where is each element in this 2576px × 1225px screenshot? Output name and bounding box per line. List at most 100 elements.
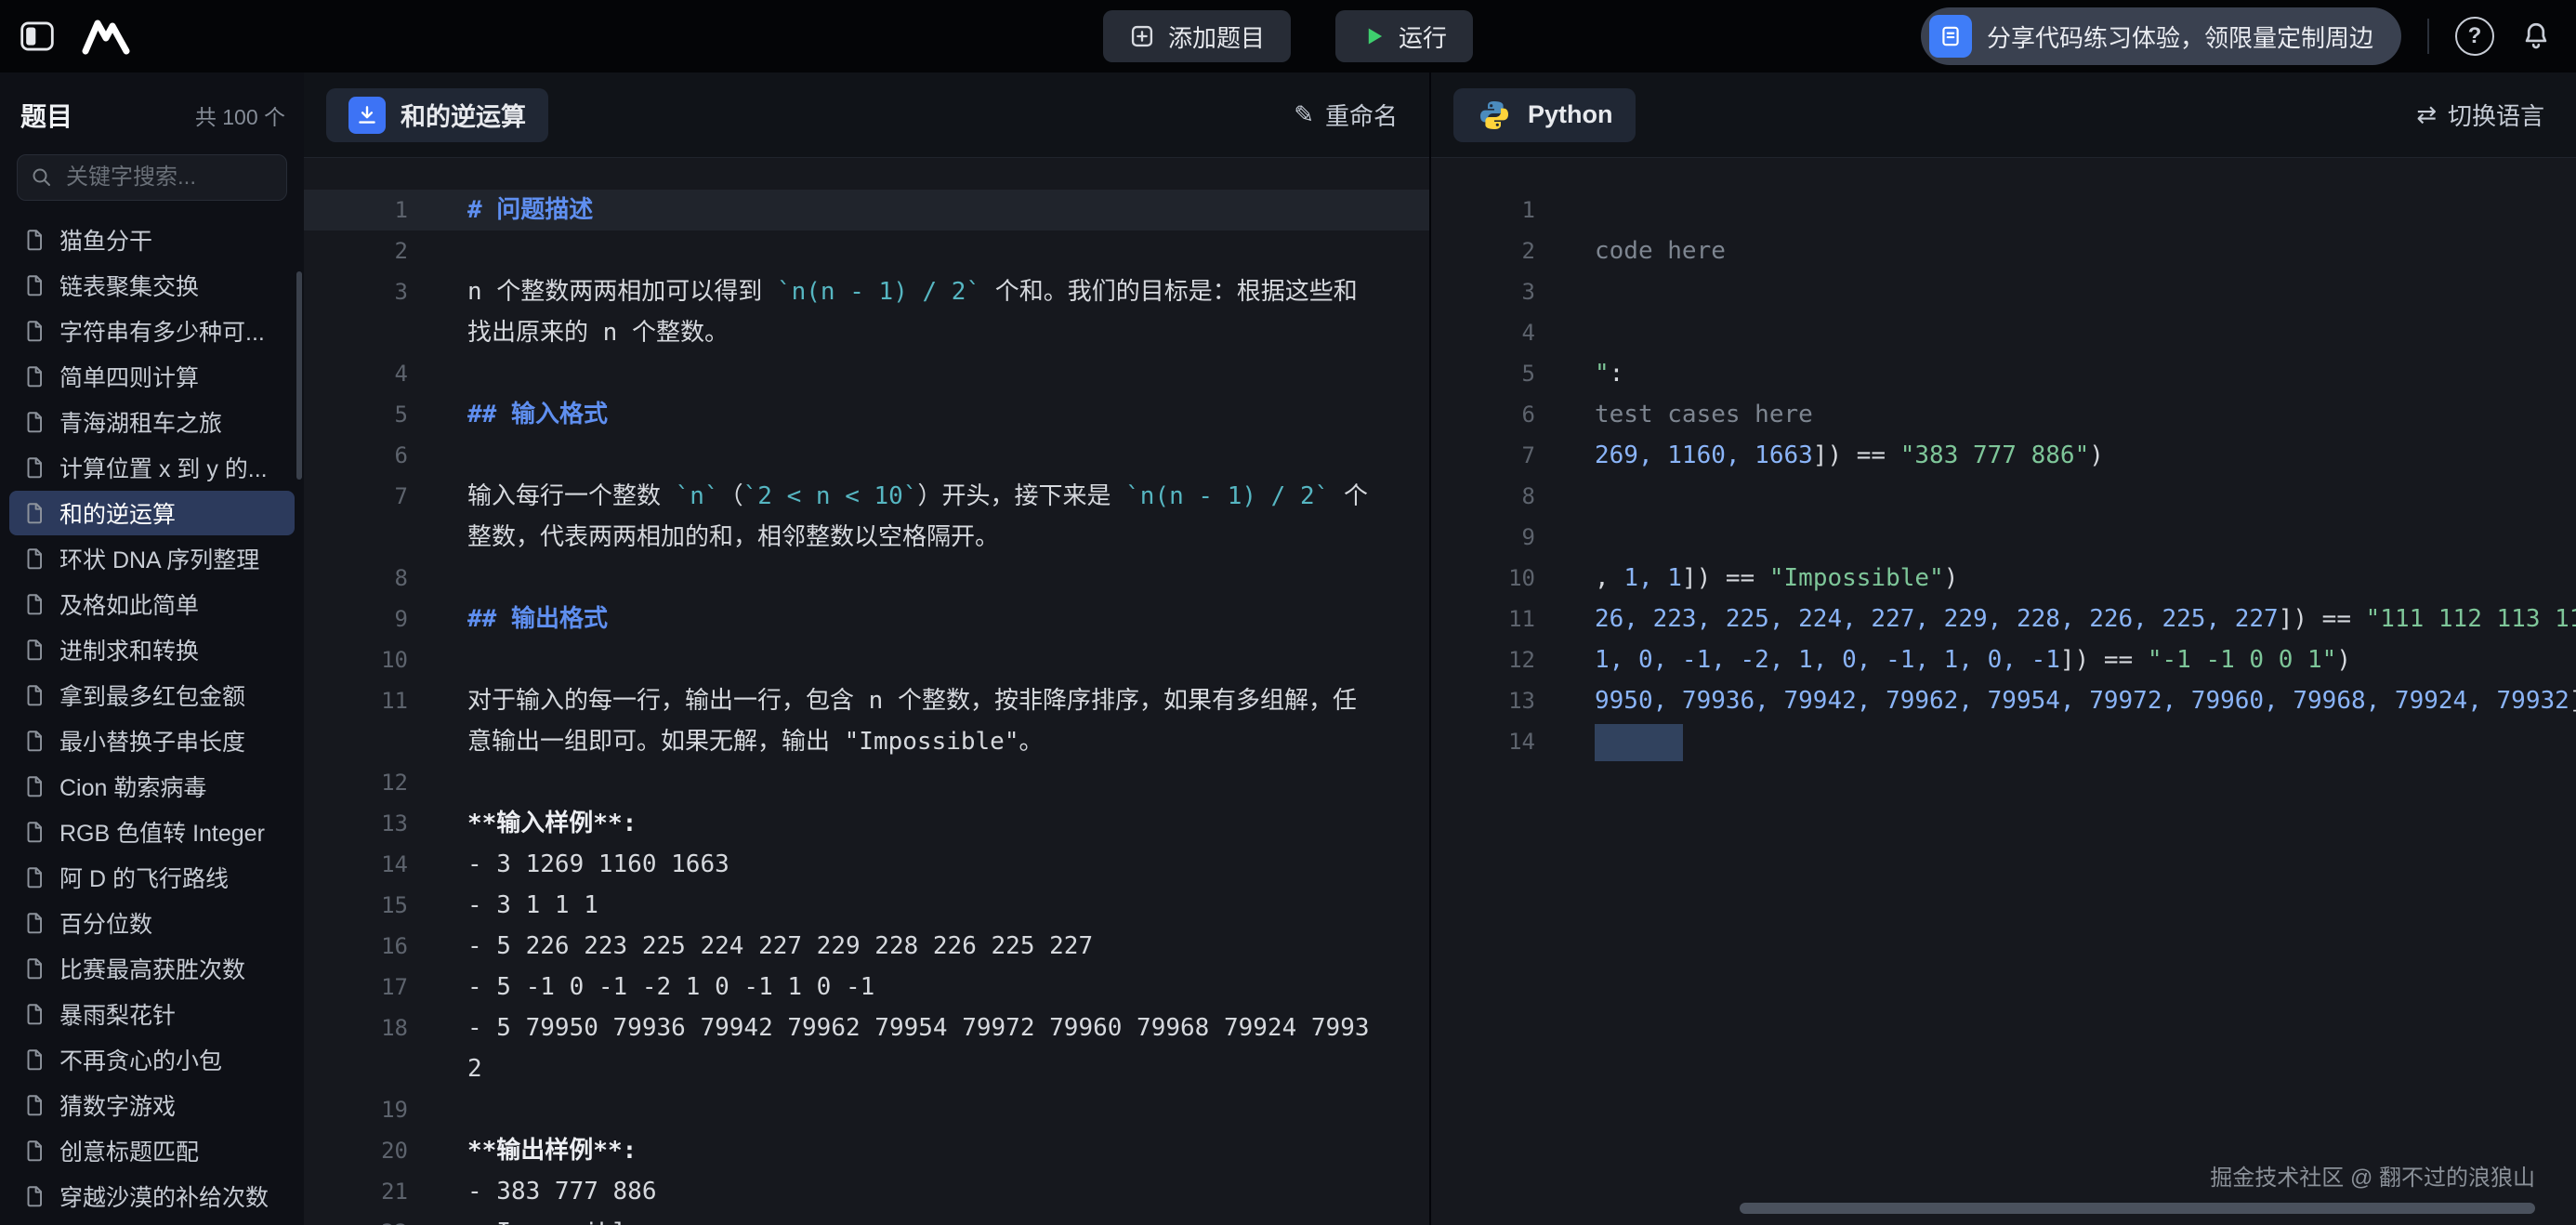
help-button[interactable]: ? — [2455, 17, 2494, 56]
problem-line[interactable]: 3n 个整数两两相加可以得到 `n(n - 1) / 2` 个和。我们的目标是：… — [304, 271, 1429, 353]
sidebar-scrollbar[interactable] — [296, 271, 302, 480]
line-content: ## 输出格式 — [427, 599, 1429, 639]
sidebar-item[interactable]: 简单四则计算 — [9, 354, 295, 399]
problem-line[interactable]: 1# 问题描述 — [304, 190, 1429, 231]
sidebar-item[interactable]: 及格如此简单 — [9, 582, 295, 626]
search-box[interactable] — [17, 154, 287, 201]
sidebar-item[interactable]: 拿到最多红包金额 — [9, 673, 295, 718]
problem-panel: 和的逆运算 ✎ 重命名 1# 问题描述23n 个整数两两相加可以得到 `n(n … — [304, 72, 1431, 1225]
topbar: 添加题目 运行 分享代码练习体验，领限量定制周边 — [0, 0, 2576, 72]
search-input[interactable] — [64, 164, 273, 191]
line-number: 22 — [304, 1212, 427, 1225]
notifications-button[interactable] — [2520, 20, 2552, 52]
line-number: 9 — [304, 599, 427, 639]
line-content — [427, 558, 1429, 599]
problem-line[interactable]: 14- 3 1269 1160 1663 — [304, 844, 1429, 885]
code-line[interactable]: 6test cases here — [1431, 394, 2576, 435]
sidebar-item[interactable]: 百分位数 — [9, 901, 295, 945]
code-line[interactable]: 4 — [1431, 312, 2576, 353]
add-question-button[interactable]: 添加题目 — [1103, 10, 1291, 62]
problem-line[interactable]: 13**输入样例**: — [304, 803, 1429, 844]
problem-line[interactable]: 6 — [304, 435, 1429, 476]
sidebar-item[interactable]: 进制求和转换 — [9, 627, 295, 672]
code-line[interactable]: 7269, 1160, 1663]) == "383 777 886") — [1431, 435, 2576, 476]
document-icon — [22, 273, 46, 297]
problem-line[interactable]: 12 — [304, 762, 1429, 803]
sidebar-item[interactable]: 组合计数器 — [9, 1219, 295, 1225]
problem-line[interactable]: 17- 5 -1 0 -1 -2 1 0 -1 1 0 -1 — [304, 967, 1429, 1008]
document-icon — [22, 911, 46, 935]
app-logo[interactable] — [82, 18, 130, 55]
sidebar-item[interactable]: RGB 色值转 Integer — [9, 810, 295, 854]
sidebar-item-label: 青海湖租车之旅 — [59, 405, 222, 439]
line-content — [427, 762, 1429, 803]
code-line[interactable]: 121, 0, -1, -2, 1, 0, -1, 1, 0, -1]) == … — [1431, 639, 2576, 680]
sidebar-item[interactable]: 创意标题匹配 — [9, 1128, 295, 1173]
sidebar-item-label: 穿越沙漠的补给次数 — [59, 1179, 269, 1213]
line-number: 6 — [1431, 394, 1554, 435]
code-line[interactable]: 8 — [1431, 476, 2576, 517]
share-banner-button[interactable]: 分享代码练习体验，领限量定制周边 — [1921, 7, 2401, 65]
document-icon — [22, 501, 46, 525]
code-panel-header: Python ⇄ 切换语言 — [1431, 72, 2576, 158]
run-button[interactable]: 运行 — [1335, 10, 1473, 62]
code-line[interactable]: 1 — [1431, 190, 2576, 231]
problem-line[interactable]: 11对于输入的每一行，输出一行，包含 n 个整数，按非降序排序，如果有多组解，任… — [304, 680, 1429, 762]
sidebar-toggle-button[interactable] — [20, 21, 54, 51]
rename-button[interactable]: ✎ 重命名 — [1288, 97, 1403, 133]
code-line[interactable]: 139950, 79936, 79942, 79962, 79954, 7997… — [1431, 680, 2576, 721]
sidebar-item[interactable]: 计算位置 x 到 y 的... — [9, 445, 295, 490]
line-content: ": — [1554, 353, 2576, 394]
problem-line[interactable]: 20**输出样例**: — [304, 1130, 1429, 1171]
sidebar-item[interactable]: 猫鱼分干 — [9, 217, 295, 262]
sidebar-item[interactable]: 青海湖租车之旅 — [9, 400, 295, 444]
code-editor[interactable]: 12code here345":6test cases here7269, 11… — [1431, 159, 2576, 1225]
sidebar-item[interactable]: 不再贪心的小包 — [9, 1037, 295, 1082]
sidebar-item-active[interactable]: 和的逆运算 — [9, 491, 295, 535]
problem-tab[interactable]: 和的逆运算 — [326, 88, 548, 142]
line-number: 1 — [304, 190, 427, 231]
sidebar-item[interactable]: 阿 D 的飞行路线 — [9, 855, 295, 900]
horizontal-scrollbar[interactable] — [1740, 1203, 2535, 1214]
code-line[interactable]: 3 — [1431, 271, 2576, 312]
problem-line[interactable]: 4 — [304, 353, 1429, 394]
switch-language-button[interactable]: ⇄ 切换语言 — [2411, 97, 2550, 133]
sidebar-item[interactable]: 链表聚集交换 — [9, 263, 295, 308]
problem-line[interactable]: 19 — [304, 1089, 1429, 1130]
sidebar-item[interactable]: 暴雨梨花针 — [9, 992, 295, 1036]
problem-line[interactable]: 8 — [304, 558, 1429, 599]
sidebar-item[interactable]: Cion 勒索病毒 — [9, 764, 295, 809]
add-square-icon — [1129, 23, 1155, 49]
code-line[interactable]: 2code here — [1431, 231, 2576, 271]
problem-line[interactable]: 21- 383 777 886 — [304, 1171, 1429, 1212]
sidebar-item[interactable]: 字符串有多少种可... — [9, 309, 295, 353]
problem-line[interactable]: 16- 5 226 223 225 224 227 229 228 226 22… — [304, 926, 1429, 967]
code-line[interactable]: 9 — [1431, 517, 2576, 558]
line-number: 2 — [1431, 231, 1554, 271]
code-line[interactable]: 5": — [1431, 353, 2576, 394]
play-icon — [1361, 24, 1386, 48]
sidebar-item[interactable]: 猜数字游戏 — [9, 1083, 295, 1127]
line-content: # 问题描述 — [427, 190, 1429, 231]
problem-editor[interactable]: 1# 问题描述23n 个整数两两相加可以得到 `n(n - 1) / 2` 个和… — [304, 159, 1429, 1225]
problem-line[interactable]: 2 — [304, 231, 1429, 271]
problem-line[interactable]: 5## 输入格式 — [304, 394, 1429, 435]
sidebar-item[interactable]: 最小替换子串长度 — [9, 718, 295, 763]
problem-line[interactable]: 10 — [304, 639, 1429, 680]
problem-line[interactable]: 18- 5 79950 79936 79942 79962 79954 7997… — [304, 1008, 1429, 1089]
problem-line[interactable]: 7输入每行一个整数 `n`（`2 < n < 10`）开头，接下来是 `n(n … — [304, 476, 1429, 558]
code-line[interactable]: 1126, 223, 225, 224, 227, 229, 228, 226,… — [1431, 599, 2576, 639]
code-line[interactable]: 10, 1, 1]) == "Impossible") — [1431, 558, 2576, 599]
line-number: 8 — [1431, 476, 1554, 517]
sidebar-item[interactable]: 比赛最高获胜次数 — [9, 946, 295, 991]
problem-line[interactable]: 22- Impossible — [304, 1212, 1429, 1225]
language-tab[interactable]: Python — [1453, 88, 1636, 142]
sidebar-item[interactable]: 环状 DNA 序列整理 — [9, 536, 295, 581]
code-line[interactable]: 14 — [1431, 721, 2576, 762]
line-number: 17 — [304, 967, 427, 1008]
problem-line[interactable]: 15- 3 1 1 1 — [304, 885, 1429, 926]
line-number: 13 — [1431, 680, 1554, 721]
problem-line[interactable]: 9## 输出格式 — [304, 599, 1429, 639]
line-number: 5 — [1431, 353, 1554, 394]
sidebar-item[interactable]: 穿越沙漠的补给次数 — [9, 1174, 295, 1218]
